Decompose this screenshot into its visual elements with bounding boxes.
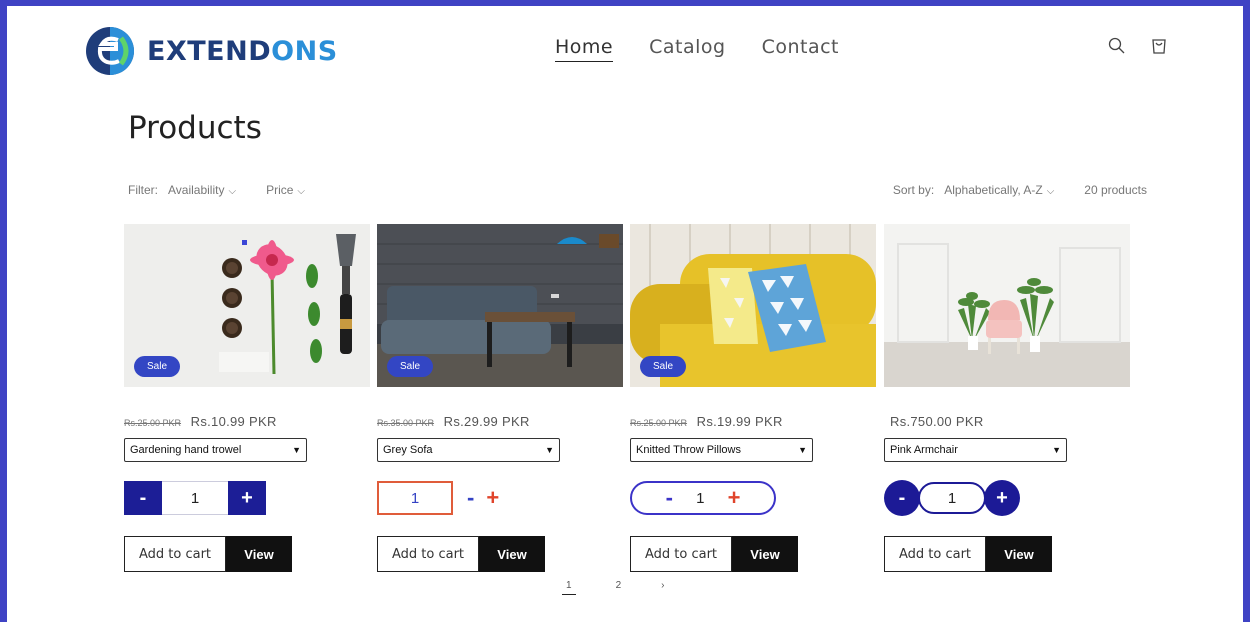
price-row: Rs.25.00 PKR Rs.10.99 PKR	[124, 414, 277, 429]
filter-bar: Filter: Availability ⌵ Price ⌵ Sort by: Al…	[128, 180, 1147, 200]
nav-catalog[interactable]: Catalog	[649, 36, 725, 62]
chevron-down-icon: ⌵	[1046, 186, 1055, 197]
sale-price: Rs.10.99 PKR	[190, 414, 277, 429]
product-card: Sale Rs.35.00 PKR Rs.29.99 PKR Grey Sofa…	[377, 224, 623, 572]
variant-select[interactable]: Grey Sofa ▼	[377, 438, 560, 462]
qty-minus-button[interactable]: -	[467, 485, 474, 511]
page-1-link[interactable]: 1	[562, 580, 576, 595]
search-icon[interactable]	[1107, 36, 1127, 56]
view-button[interactable]: View	[479, 536, 545, 572]
variant-select[interactable]: Knitted Throw Pillows ▼	[630, 438, 813, 462]
cart-icon[interactable]	[1149, 36, 1169, 56]
chevron-down-icon: ▼	[1052, 445, 1061, 455]
sort-label: Sort by:	[892, 183, 935, 197]
qty-minus-button[interactable]: -	[884, 480, 920, 516]
nav-home[interactable]: Home	[555, 36, 614, 62]
quantity-stepper: - 1 +	[884, 480, 1020, 516]
variant-select[interactable]: Gardening hand trowel ▼	[124, 438, 307, 462]
card-actions: Add to cart View	[630, 536, 798, 572]
pink-armchair-image	[884, 224, 1130, 387]
brand-name: EXTENDONS	[147, 36, 338, 67]
main-nav: Home Catalog Contact	[555, 36, 839, 62]
next-page-link[interactable]: ›	[661, 580, 664, 595]
add-to-cart-button[interactable]: Add to cart	[884, 536, 986, 572]
view-button[interactable]: View	[226, 536, 292, 572]
view-button[interactable]: View	[732, 536, 798, 572]
sort-select[interactable]: Alphabetically, A-Z ⌵	[944, 183, 1054, 197]
card-actions: Add to cart View	[124, 536, 292, 572]
compare-price: Rs.25.00 PKR	[124, 418, 182, 428]
view-button[interactable]: View	[986, 536, 1052, 572]
chevron-down-icon: ▼	[798, 445, 807, 455]
chevron-down-icon: ▼	[545, 445, 554, 455]
qty-minus-button[interactable]: -	[124, 481, 162, 515]
variant-select-value: Grey Sofa	[383, 444, 433, 456]
brand-name-part2: ONS	[271, 35, 338, 67]
page-frame: EXTENDONS Home Catalog Contact Products …	[7, 6, 1243, 622]
chevron-down-icon: ▼	[292, 445, 301, 455]
filter-label: Filter:	[128, 183, 158, 197]
card-actions: Add to cart View	[377, 536, 545, 572]
sale-price: Rs.19.99 PKR	[696, 414, 783, 429]
availability-filter-label: Availability	[168, 183, 225, 197]
quantity-stepper: 1 - +	[377, 481, 499, 515]
quantity-stepper: - 1 +	[124, 481, 266, 515]
regular-price: Rs.750.00 PKR	[890, 414, 984, 429]
product-count: 20 products	[1084, 183, 1147, 197]
price-filter-label: Price	[266, 183, 294, 197]
price-row: Rs.750.00 PKR	[884, 414, 984, 429]
variant-select-value: Gardening hand trowel	[130, 444, 242, 456]
product-card: Rs.750.00 PKR Pink Armchair ▼ - 1 + Add …	[884, 224, 1130, 572]
qty-plus-button[interactable]: +	[228, 481, 266, 515]
logo-mark-icon	[86, 27, 134, 75]
qty-plus-button[interactable]: +	[984, 480, 1020, 516]
card-actions: Add to cart View	[884, 536, 1052, 572]
availability-filter[interactable]: Availability ⌵	[168, 183, 236, 197]
product-image[interactable]	[884, 224, 1130, 387]
brand-logo[interactable]: EXTENDONS	[85, 26, 338, 76]
page-2-link[interactable]: 2	[616, 580, 622, 595]
qty-input[interactable]: 1	[377, 481, 453, 515]
variant-select[interactable]: Pink Armchair ▼	[884, 438, 1067, 462]
sale-badge: Sale	[640, 356, 687, 377]
price-row: Rs.25.00 PKR Rs.19.99 PKR	[630, 414, 783, 429]
header-icons	[1107, 36, 1169, 56]
sort-select-value: Alphabetically, A-Z	[944, 183, 1043, 197]
product-image[interactable]: Sale	[630, 224, 876, 387]
add-to-cart-button[interactable]: Add to cart	[124, 536, 226, 572]
qty-plus-button[interactable]: +	[728, 485, 741, 511]
nav-contact[interactable]: Contact	[762, 36, 839, 62]
price-filter[interactable]: Price ⌵	[266, 183, 305, 197]
sale-badge: Sale	[387, 356, 434, 377]
product-card: Sale Rs.25.00 PKR Rs.10.99 PKR Gardening…	[124, 224, 370, 572]
compare-price: Rs.25.00 PKR	[630, 418, 688, 428]
qty-input[interactable]: 1	[696, 490, 704, 507]
qty-input[interactable]: 1	[918, 482, 986, 514]
add-to-cart-button[interactable]: Add to cart	[377, 536, 479, 572]
product-card: Sale Rs.25.00 PKR Rs.19.99 PKR Knitted T…	[630, 224, 876, 572]
price-row: Rs.35.00 PKR Rs.29.99 PKR	[377, 414, 530, 429]
product-image[interactable]: Sale	[377, 224, 623, 387]
sale-price: Rs.29.99 PKR	[443, 414, 530, 429]
add-to-cart-button[interactable]: Add to cart	[630, 536, 732, 572]
brand-name-part1: EXTEND	[147, 35, 272, 67]
chevron-down-icon: ⌵	[297, 186, 306, 197]
compare-price: Rs.35.00 PKR	[377, 418, 435, 428]
page-title: Products	[128, 110, 262, 146]
product-image[interactable]: Sale	[124, 224, 370, 387]
sale-badge: Sale	[134, 356, 181, 377]
quantity-stepper: - 1 +	[630, 481, 776, 515]
variant-select-value: Pink Armchair	[890, 444, 958, 456]
qty-minus-button[interactable]: -	[666, 485, 673, 511]
pagination: 1 2 ›	[562, 580, 664, 595]
chevron-down-icon: ⌵	[228, 186, 237, 197]
variant-select-value: Knitted Throw Pillows	[636, 444, 741, 456]
qty-input[interactable]: 1	[162, 481, 228, 515]
qty-plus-button[interactable]: +	[486, 485, 499, 511]
